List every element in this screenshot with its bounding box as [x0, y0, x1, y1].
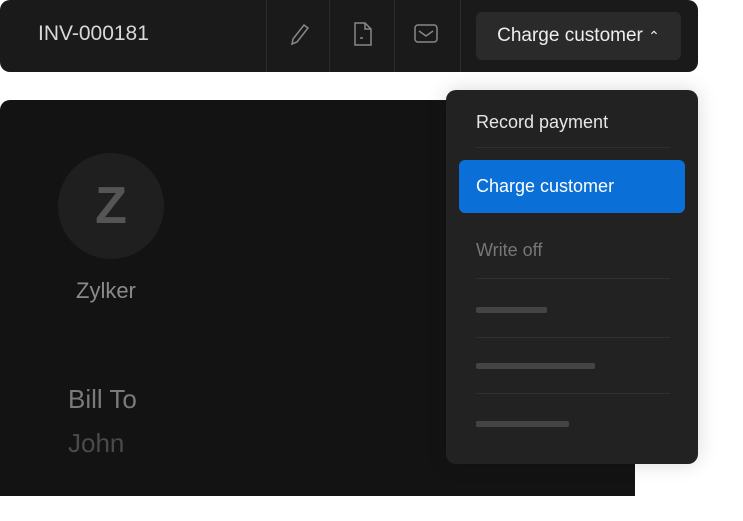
divider — [476, 278, 670, 279]
chevron-up-icon: ⌃ — [648, 28, 660, 44]
menu-item-write-off[interactable]: Write off — [476, 240, 542, 261]
divider — [266, 0, 267, 72]
divider — [329, 0, 330, 72]
divider — [394, 0, 395, 72]
pencil-icon[interactable] — [286, 20, 312, 48]
charge-customer-button[interactable]: Charge customer ⌃ — [476, 12, 681, 60]
charge-dropdown-menu: Record payment Charge customer Write off — [446, 90, 698, 464]
company-logo: Z — [58, 153, 164, 259]
placeholder-item — [476, 421, 569, 427]
invoice-number: INV-000181 — [38, 22, 149, 45]
placeholder-item — [476, 363, 595, 369]
divider — [476, 393, 670, 394]
menu-item-charge-customer[interactable]: Charge customer — [459, 160, 685, 213]
placeholder-item — [476, 307, 547, 313]
divider — [476, 337, 670, 338]
divider — [460, 0, 461, 72]
file-icon[interactable] — [350, 20, 376, 48]
menu-item-record-payment[interactable]: Record payment — [476, 112, 608, 133]
charge-customer-label: Charge customer — [497, 25, 643, 46]
customer-name: John — [68, 428, 125, 458]
bill-to-label: Bill To — [68, 384, 137, 414]
company-name: Zylker — [76, 278, 136, 303]
mail-icon[interactable] — [413, 20, 439, 48]
divider — [476, 147, 670, 148]
invoice-toolbar: INV-000181 Charge customer ⌃ — [0, 0, 698, 72]
